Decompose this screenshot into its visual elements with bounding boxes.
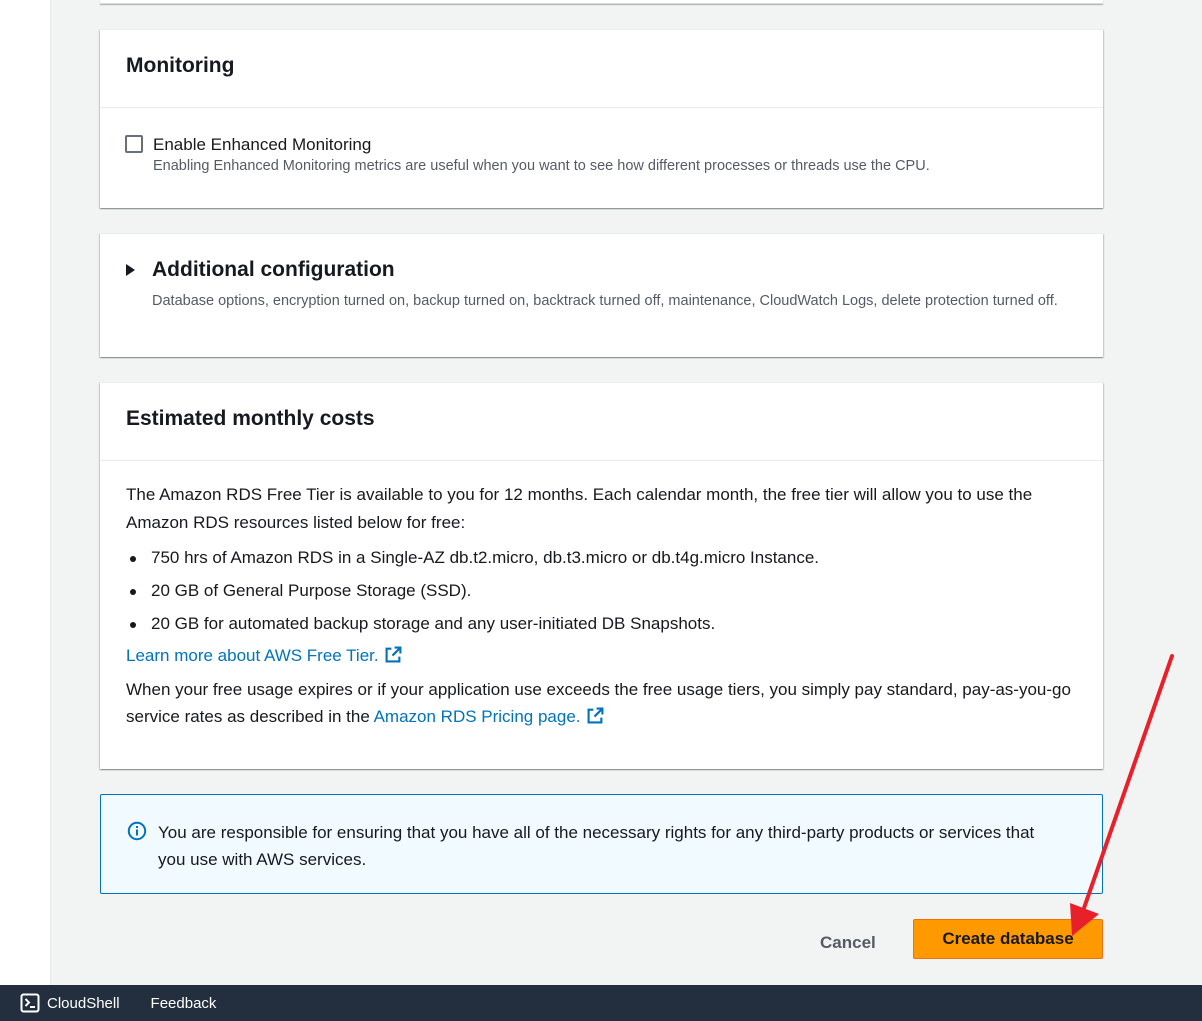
costs-body: The Amazon RDS Free Tier is available to… (100, 461, 1103, 730)
costs-intro: The Amazon RDS Free Tier is available to… (126, 485, 1033, 532)
usage-expiry-text: When your free usage expires or if your … (126, 676, 1077, 730)
list-item: 20 GB of General Purpose Storage (SSD). (126, 574, 1077, 607)
third-party-rights-alert: You are responsible for ensuring that yo… (100, 794, 1103, 894)
estimated-costs-panel: Estimated monthly costs The Amazon RDS F… (100, 382, 1103, 769)
caret-right-icon (126, 264, 135, 276)
additional-configuration-description: Database options, encryption turned on, … (152, 293, 1058, 309)
list-item: 750 hrs of Amazon RDS in a Single-AZ db.… (126, 541, 1077, 574)
monitoring-panel: Monitoring Enable Enhanced Monitoring En… (100, 29, 1103, 208)
additional-configuration-toggle[interactable]: Additional configuration (126, 258, 395, 282)
cloudshell-label: CloudShell (47, 994, 120, 1012)
enhanced-monitoring-option: Enable Enhanced Monitoring Enabling Enha… (125, 135, 930, 174)
cloudshell-button[interactable]: CloudShell (20, 993, 120, 1013)
pricing-link-text: Amazon RDS Pricing page. (373, 707, 581, 726)
console-footer: CloudShell Feedback (0, 985, 1202, 1021)
list-item: 20 GB for automated backup storage and a… (126, 607, 1077, 640)
pricing-page-link[interactable]: Amazon RDS Pricing page. (374, 707, 604, 726)
external-link-icon (587, 707, 603, 724)
feedback-label: Feedback (150, 994, 217, 1012)
create-database-button[interactable]: Create database (913, 919, 1103, 959)
left-nav-rail (0, 0, 51, 985)
feedback-link[interactable]: Feedback (151, 995, 217, 1012)
additional-configuration-title: Additional configuration (152, 258, 395, 281)
additional-configuration-panel: Additional configuration Database option… (100, 233, 1103, 357)
external-link-icon (385, 646, 402, 663)
free-tier-link-text: Learn more about AWS Free Tier. (126, 646, 379, 665)
enhanced-monitoring-text: Enable Enhanced Monitoring Enabling Enha… (153, 135, 930, 174)
free-tier-list: 750 hrs of Amazon RDS in a Single-AZ db.… (126, 541, 1077, 640)
previous-card-edge (100, 0, 1103, 4)
alert-message: You are responsible for ensuring that yo… (158, 823, 1035, 869)
enhanced-monitoring-description: Enabling Enhanced Monitoring metrics are… (153, 158, 930, 174)
monitoring-title: Monitoring (126, 54, 235, 77)
costs-header: Estimated monthly costs (100, 383, 1103, 461)
cancel-button[interactable]: Cancel (808, 927, 888, 959)
enhanced-monitoring-checkbox[interactable] (125, 135, 143, 153)
free-tier-link-row: Learn more about AWS Free Tier. (126, 642, 1077, 670)
enhanced-monitoring-label[interactable]: Enable Enhanced Monitoring (153, 135, 930, 155)
monitoring-header: Monitoring (100, 30, 1103, 108)
info-icon (127, 821, 147, 841)
free-tier-link[interactable]: Learn more about AWS Free Tier. (126, 646, 402, 665)
costs-title: Estimated monthly costs (126, 407, 375, 430)
cloudshell-icon (20, 993, 40, 1013)
